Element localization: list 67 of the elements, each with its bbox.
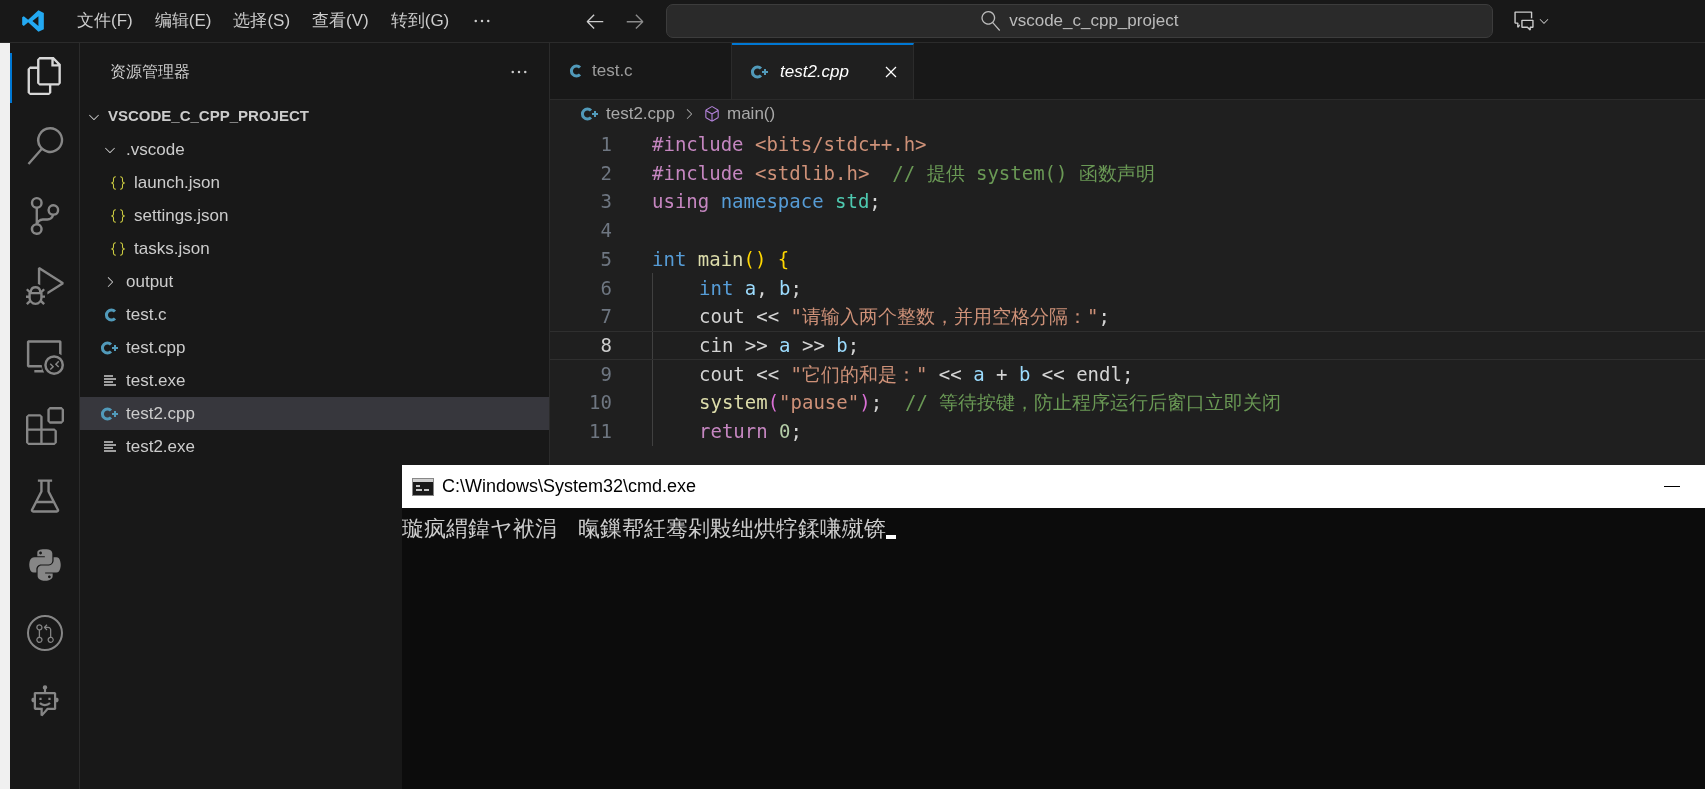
c-file-icon [568, 63, 582, 79]
cpp-file-icon [100, 339, 120, 356]
files-icon[interactable] [25, 57, 64, 95]
code-line: using namespace std; [652, 189, 881, 215]
line-number: 7 [599, 304, 612, 330]
code-line: int main() { [652, 246, 790, 272]
folder-item[interactable]: output [80, 265, 549, 298]
menu-item[interactable]: 编辑(E) [143, 8, 223, 34]
remote-explorer-icon[interactable] [25, 337, 64, 375]
extensions-icon[interactable] [25, 407, 64, 445]
cpp-file-icon [580, 106, 600, 122]
menu-item[interactable]: 查看(V) [301, 8, 380, 34]
file-item[interactable]: test.exe [80, 364, 549, 397]
file-item[interactable]: settings.json [80, 199, 549, 232]
run-debug-icon[interactable] [25, 267, 64, 305]
window-title: C:\Windows\System32\cmd.exe [442, 475, 698, 498]
search-icon[interactable] [25, 127, 64, 165]
code-line: #include <bits/stdc++.h> [652, 132, 927, 158]
code-line: return 0; [699, 418, 802, 444]
text-cursor [886, 535, 896, 539]
file-item[interactable]: test.c [80, 298, 549, 331]
line-number: 9 [599, 361, 612, 387]
cube-icon [703, 105, 721, 123]
project-root-item[interactable]: VSCODE_C_CPP_PROJECT [80, 100, 549, 133]
line-number: 1 [599, 132, 612, 158]
menu-item[interactable]: 文件(F) [66, 8, 144, 34]
file-item[interactable]: test2.cpp [80, 397, 549, 430]
code-line: cout << "请输入两个整数，并用空格分隔："; [699, 304, 1110, 330]
code-line: int a, b; [699, 275, 802, 301]
code-line: cout << "它们的和是：" << a + b << endl; [699, 361, 1134, 387]
code-line: #include <stdlib.h> // 提供 system() 函数声明 [652, 160, 1155, 186]
line-number: 5 [599, 246, 612, 272]
chat-icon[interactable] [1513, 10, 1536, 32]
json-file-icon [109, 206, 127, 225]
line-number: 8 [599, 332, 612, 358]
file-item[interactable]: tasks.json [80, 232, 549, 265]
line-number: 6 [599, 275, 612, 301]
file-item[interactable]: launch.json [80, 166, 549, 199]
line-number: 11 [588, 418, 612, 444]
line-number: 3 [599, 189, 612, 215]
command-center-field[interactable]: vscode_c_cpp_project [666, 4, 1494, 38]
search-icon [981, 11, 1002, 31]
code-line: cin >> a >> b; [699, 332, 860, 358]
menu-item[interactable]: 转到(G) [379, 8, 461, 34]
json-file-icon [109, 239, 127, 258]
editor-tab[interactable]: test2.cpp [732, 43, 914, 99]
cpp-file-icon [750, 64, 770, 80]
python-icon[interactable] [26, 547, 63, 583]
c-file-icon [103, 306, 117, 323]
line-number: 4 [599, 218, 612, 244]
lines-file-icon [103, 439, 117, 454]
code-line: system("pause"); // 等待按键，防止程序运行后窗口立即关闭 [699, 390, 1282, 416]
lines-file-icon [103, 373, 117, 388]
console-icon [412, 477, 434, 496]
console-output: 璇疯緭鍏ヤ袱涓 暣鏁帮紝骞剁敤绌烘牸鍒嗛殧锛 [402, 515, 886, 543]
explorer-title: 资源管理器 [110, 61, 190, 82]
folder-item[interactable]: .vscode [80, 133, 549, 166]
breadcrumb-item[interactable]: main() [703, 101, 776, 127]
cpp-file-icon [100, 405, 120, 422]
json-file-icon [109, 173, 127, 192]
file-item[interactable]: test.cpp [80, 331, 549, 364]
menu-item[interactable]: 选择(S) [222, 8, 302, 34]
breadcrumb-item[interactable]: test2.cpp [580, 101, 675, 127]
line-number: 10 [588, 390, 612, 416]
line-number: 2 [599, 160, 612, 186]
app-logo [20, 8, 46, 34]
file-item[interactable]: test2.exe [80, 430, 549, 463]
